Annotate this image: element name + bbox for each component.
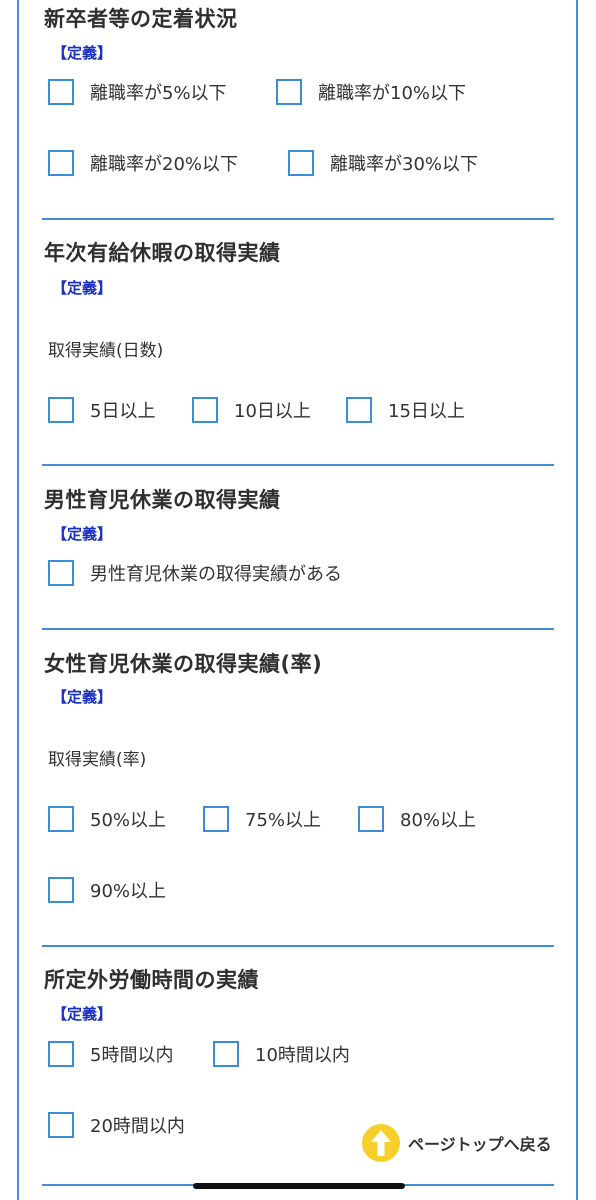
checkbox-overtime-20-hours[interactable]: 20時間以内 xyxy=(48,1112,185,1138)
checkbox-label: 10日以上 xyxy=(234,401,311,422)
checkbox-label: 80%以上 xyxy=(400,810,477,831)
checkbox-box[interactable] xyxy=(288,150,314,176)
checkbox-box[interactable] xyxy=(48,560,74,586)
frame-right-border xyxy=(576,0,578,1200)
checkbox-box[interactable] xyxy=(48,79,74,105)
checkbox-box[interactable] xyxy=(276,79,302,105)
section-divider xyxy=(42,628,554,630)
section-title-female-childcare-leave: 女性育児休業の取得実績(率) xyxy=(44,652,323,676)
checkbox-turnover-30[interactable]: 離職率が30%以下 xyxy=(288,150,478,176)
definition-link[interactable]: 【定義】 xyxy=(52,277,112,298)
checkbox-label: 50%以上 xyxy=(90,810,167,831)
checkbox-label: 15日以上 xyxy=(388,401,465,422)
checkbox-label: 離職率が10%以下 xyxy=(318,83,467,104)
page-top-button[interactable]: ページトップへ戻る xyxy=(362,1124,552,1162)
checkbox-leave-5-days[interactable]: 5日以上 xyxy=(48,397,155,423)
checkbox-box[interactable] xyxy=(203,806,229,832)
checkbox-box[interactable] xyxy=(48,1041,74,1067)
checkbox-box[interactable] xyxy=(48,1112,74,1138)
section-title-male-childcare-leave: 男性育児休業の取得実績 xyxy=(44,488,281,512)
arrow-up-icon[interactable] xyxy=(362,1124,400,1162)
checkbox-label: 90%以上 xyxy=(90,881,167,902)
home-indicator[interactable] xyxy=(193,1183,405,1189)
checkbox-label: 5日以上 xyxy=(90,401,156,422)
definition-link[interactable]: 【定義】 xyxy=(52,523,112,544)
checkbox-box[interactable] xyxy=(346,397,372,423)
section-divider xyxy=(42,218,554,220)
checkbox-overtime-5-hours[interactable]: 5時間以内 xyxy=(48,1041,173,1067)
definition-link[interactable]: 【定義】 xyxy=(52,686,112,707)
checkbox-label: 75%以上 xyxy=(245,810,322,831)
checkbox-female-rate-80[interactable]: 80%以上 xyxy=(358,806,476,832)
checkbox-female-rate-50[interactable]: 50%以上 xyxy=(48,806,166,832)
checkbox-label: 離職率が20%以下 xyxy=(90,154,239,175)
checkbox-female-rate-75[interactable]: 75%以上 xyxy=(203,806,321,832)
checkbox-label: 10時間以内 xyxy=(255,1045,350,1066)
checkbox-turnover-5[interactable]: 離職率が5%以下 xyxy=(48,79,227,105)
section-title-paid-leave: 年次有給休暇の取得実績 xyxy=(44,241,281,265)
section-title-overtime-hours: 所定外労働時間の実績 xyxy=(44,968,259,992)
sub-label-rate: 取得実績(率) xyxy=(48,750,147,770)
checkbox-male-leave-record[interactable]: 男性育児休業の取得実績がある xyxy=(48,560,342,586)
page-top-label: ページトップへ戻る xyxy=(408,1135,552,1154)
section-title-new-graduate-retention: 新卒者等の定着状況 xyxy=(44,7,238,31)
section-divider xyxy=(42,945,554,947)
checkbox-box[interactable] xyxy=(213,1041,239,1067)
definition-link[interactable]: 【定義】 xyxy=(52,42,112,63)
checkbox-leave-10-days[interactable]: 10日以上 xyxy=(192,397,311,423)
checkbox-box[interactable] xyxy=(358,806,384,832)
checkbox-box[interactable] xyxy=(48,150,74,176)
sub-label-days: 取得実績(日数) xyxy=(48,341,164,361)
checkbox-label: 離職率が5%以下 xyxy=(90,83,227,104)
section-divider xyxy=(42,464,554,466)
checkbox-label: 離職率が30%以下 xyxy=(330,154,479,175)
checkbox-box[interactable] xyxy=(48,397,74,423)
checkbox-overtime-10-hours[interactable]: 10時間以内 xyxy=(213,1041,350,1067)
checkbox-label: 5時間以内 xyxy=(90,1045,174,1066)
checkbox-box[interactable] xyxy=(192,397,218,423)
checkbox-female-rate-90[interactable]: 90%以上 xyxy=(48,877,166,903)
checkbox-turnover-20[interactable]: 離職率が20%以下 xyxy=(48,150,238,176)
frame-left-border xyxy=(17,0,19,1200)
checkbox-label: 20時間以内 xyxy=(90,1116,185,1137)
checkbox-box[interactable] xyxy=(48,877,74,903)
checkbox-leave-15-days[interactable]: 15日以上 xyxy=(346,397,465,423)
checkbox-box[interactable] xyxy=(48,806,74,832)
checkbox-turnover-10[interactable]: 離職率が10%以下 xyxy=(276,79,466,105)
definition-link[interactable]: 【定義】 xyxy=(52,1003,112,1024)
checkbox-label: 男性育児休業の取得実績がある xyxy=(90,564,342,585)
